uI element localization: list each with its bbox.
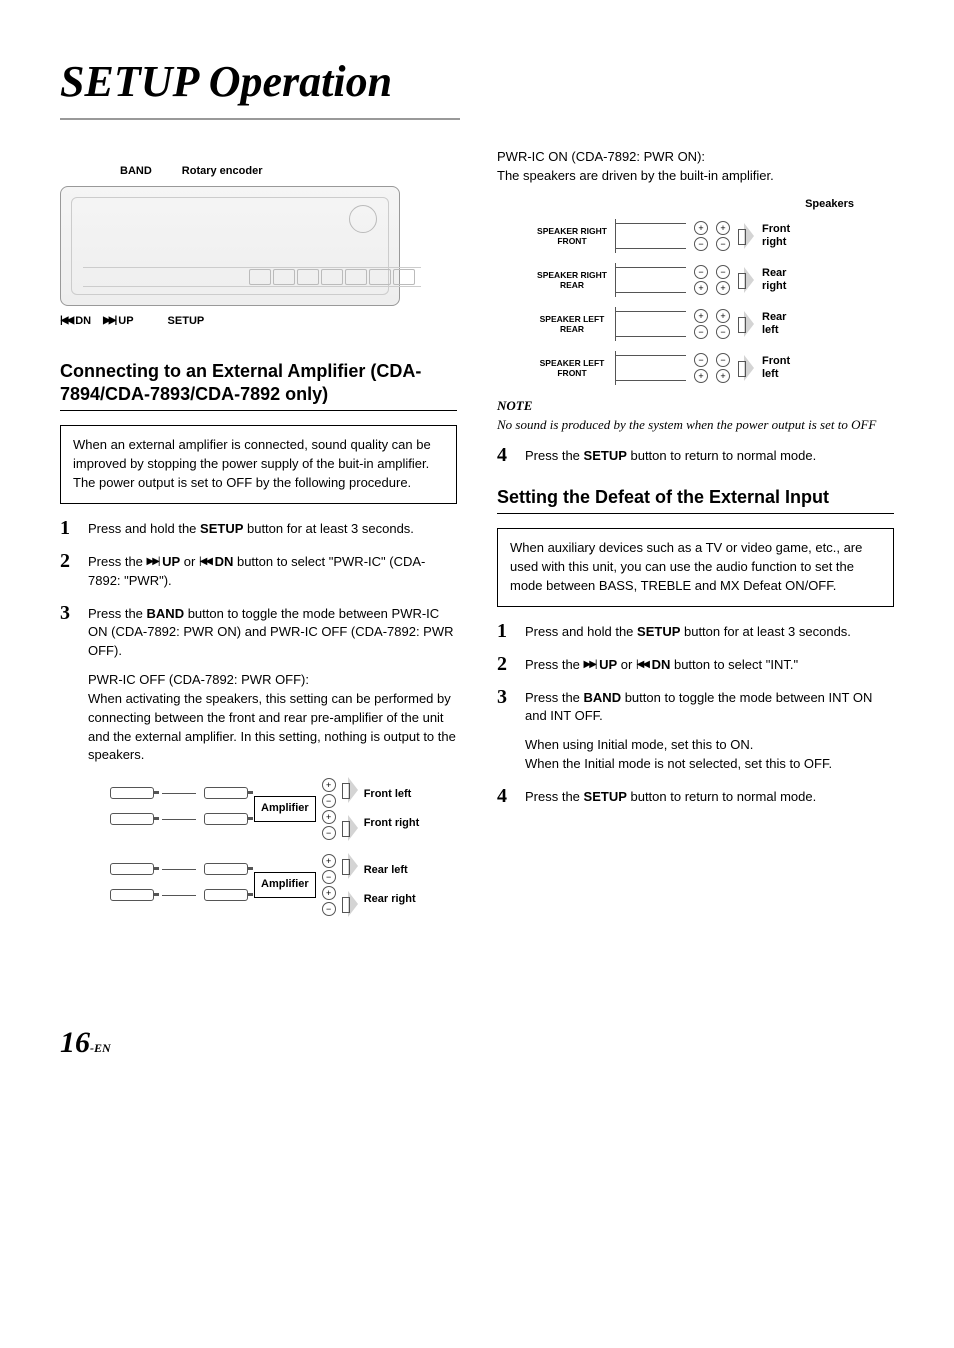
next-track-icon: ▶▶| (103, 314, 115, 329)
section-heading-defeat: Setting the Defeat of the External Input (497, 486, 894, 509)
label-setup: SETUP (168, 314, 205, 330)
speaker-icon (342, 815, 358, 841)
steps-defeat: 1 Press and hold the SETUP button for at… (497, 621, 894, 807)
section-heading-external-amp: Connecting to an External Amplifier (CDA… (60, 360, 457, 407)
prev-track-icon: |◀◀ (636, 658, 648, 673)
left-column: BAND Rotary encoder |◀◀DN ▶▶|UP SETUP Co… (60, 144, 457, 941)
speaker-row: SPEAKER LEFT REAR +− +− Rear left (537, 307, 894, 341)
speaker-row: SPEAKER RIGHT REAR −+ −+ Rear right (537, 263, 894, 297)
step-3: 3 Press the BAND button to toggle the mo… (60, 603, 457, 930)
speaker-row: SPEAKER LEFT FRONT −+ −+ Front left (537, 351, 894, 385)
note-heading: NOTE (497, 397, 894, 416)
step-1: 1 Press and hold the SETUP button for at… (60, 518, 457, 539)
page-suffix: -EN (90, 1041, 111, 1055)
device-illustration: BAND Rotary encoder |◀◀DN ▶▶|UP SETUP (60, 164, 457, 330)
intro-box-defeat: When auxiliary devices such as a TV or v… (497, 528, 894, 607)
title-rule (60, 118, 460, 120)
label-band: BAND (120, 164, 152, 180)
step-2: 2 Press the ▶▶| UP or |◀◀ DN button to s… (60, 551, 457, 591)
label-up: ▶▶|UP (103, 314, 133, 330)
speaker-icon (342, 853, 358, 879)
prev-track-icon: |◀◀ (60, 314, 72, 329)
speaker-icon (738, 267, 754, 293)
step-4-cont: 4 Press the SETUP button to return to no… (497, 445, 894, 466)
speaker-diagram: Speakers SPEAKER RIGHT FRONT +− +− Front… (537, 197, 894, 385)
pwr-on-heading: PWR-IC ON (CDA-7892: PWR ON): (497, 149, 705, 164)
speaker-icon (342, 777, 358, 803)
pwr-on-body: The speakers are driven by the built-in … (497, 168, 774, 183)
step-4: 4 Press the SETUP button to return to no… (497, 786, 894, 807)
page-footer: 16-EN (60, 1021, 894, 1065)
speaker-icon (738, 311, 754, 337)
right-column: PWR-IC ON (CDA-7892: PWR ON): The speake… (497, 144, 894, 941)
step-3: 3 Press the BAND button to toggle the mo… (497, 687, 894, 774)
amplifier-diagram: Amplifier + − + − (110, 777, 457, 917)
next-track-icon: ▶▶| (147, 555, 159, 570)
prev-track-icon: |◀◀ (199, 555, 211, 570)
label-dn: |◀◀DN (60, 314, 91, 330)
page-number: 16 (60, 1026, 90, 1059)
speaker-icon (738, 223, 754, 249)
pwr-off-body: When activating the speakers, this setti… (88, 691, 456, 763)
section-rule (497, 513, 894, 514)
label-rotary-encoder: Rotary encoder (182, 164, 263, 180)
speaker-row: SPEAKER RIGHT FRONT +− +− Front right (537, 219, 894, 253)
speakers-heading: Speakers (537, 197, 854, 213)
intro-box-external-amp: When an external amplifier is connected,… (60, 425, 457, 504)
page-title: SETUP Operation (60, 50, 894, 114)
speaker-icon (342, 891, 358, 917)
next-track-icon: ▶▶| (584, 658, 596, 673)
step-1: 1 Press and hold the SETUP button for at… (497, 621, 894, 642)
step-2: 2 Press the ▶▶| UP or |◀◀ DN button to s… (497, 654, 894, 675)
amplifier-box: Amplifier (254, 872, 316, 898)
step-3-sub: When using Initial mode, set this to ON.… (525, 736, 894, 774)
speaker-icon (738, 355, 754, 381)
amplifier-box: Amplifier (254, 796, 316, 822)
steps-external-amp: 1 Press and hold the SETUP button for at… (60, 518, 457, 929)
pwr-off-heading: PWR-IC OFF (CDA-7892: PWR OFF): (88, 672, 309, 687)
section-rule (60, 410, 457, 411)
note-body: No sound is produced by the system when … (497, 416, 894, 435)
